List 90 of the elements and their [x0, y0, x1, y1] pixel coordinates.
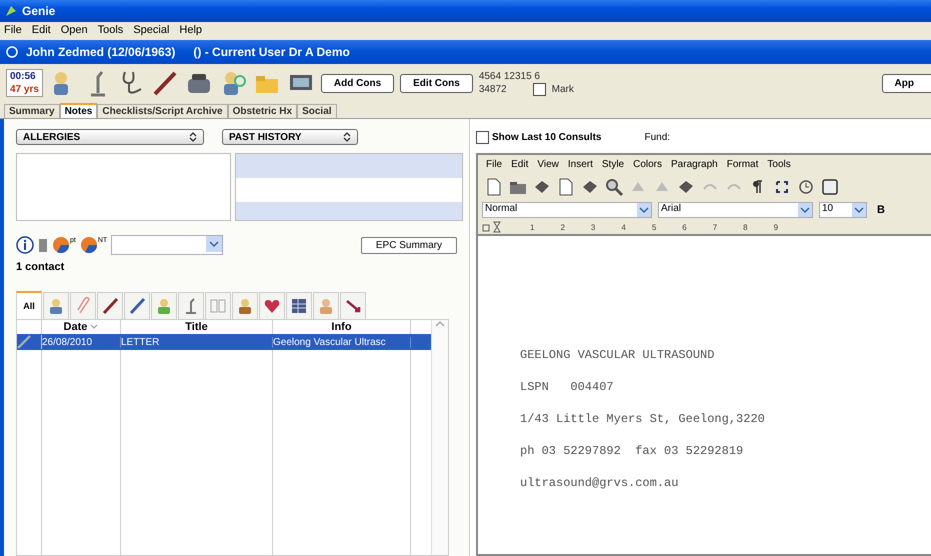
book-icon [209, 297, 227, 315]
current-user: () - Current User Dr A Demo [193, 45, 350, 59]
contact-count: 1 contact [16, 261, 66, 273]
size-select[interactable]: 10 [819, 202, 867, 218]
pen-icon [17, 335, 31, 349]
category-tab[interactable] [124, 292, 150, 319]
person-icon [155, 297, 173, 315]
category-tab[interactable] [43, 292, 69, 319]
epc-summary-button[interactable]: EPC Summary [360, 236, 457, 254]
table-row[interactable]: 26/08/2010 LETTER Geelong Vascular Ultrasc [17, 334, 431, 350]
ruler-number: 7 [712, 222, 718, 232]
editor-menu-item[interactable]: Colors [633, 159, 662, 170]
id-number: 34872 [478, 83, 507, 96]
pie-icon[interactable] [52, 236, 70, 254]
category-tab[interactable] [259, 292, 285, 319]
editor-menu-item[interactable]: View [537, 159, 559, 170]
document-line: ph 03 52297892 fax 03 52292819 [520, 444, 744, 460]
info-icon[interactable] [16, 236, 34, 254]
editor-menu-item[interactable]: Style [602, 159, 624, 170]
menu-item[interactable]: File [4, 24, 22, 40]
patient-name: John Zedmed (12/06/1963) [26, 45, 176, 59]
editor-menu-item[interactable]: Tools [767, 159, 791, 170]
mark-checkbox[interactable] [532, 83, 546, 96]
person-icon [47, 297, 65, 315]
person-icon [317, 297, 335, 315]
ruler-number: 5 [652, 222, 656, 232]
table-cell: Geelong Vascular Ultrasc [273, 336, 411, 348]
person-icon [236, 297, 254, 315]
category-tab[interactable] [232, 292, 258, 319]
grid-icon [290, 297, 308, 315]
category-tab[interactable] [178, 292, 204, 319]
menu-item[interactable]: Special [133, 24, 170, 40]
show-last-label: Show Last 10 Consults [492, 132, 602, 142]
id-number: 4564 12315 6 [478, 70, 541, 83]
font-select[interactable]: Arial [658, 202, 813, 218]
window-title: Genie [22, 4, 56, 18]
spinner-icon [343, 132, 351, 142]
tab[interactable]: Notes [60, 103, 98, 118]
spinner-icon [189, 132, 197, 142]
mark-label: Mark [552, 83, 574, 96]
editor-menu-item[interactable]: Insert [568, 159, 593, 170]
editor-menu-item[interactable]: Format [726, 159, 758, 170]
ruler-number: 3 [590, 222, 596, 232]
pen-icon [101, 297, 119, 315]
editor-menu-item[interactable]: Paragraph [671, 159, 718, 170]
toolbar-button[interactable]: Add Cons [320, 74, 394, 92]
past-history-dropdown[interactable]: PAST HISTORY [222, 129, 358, 145]
ruler-number: 8 [743, 222, 748, 232]
bold-button[interactable]: B [873, 204, 889, 216]
timer: 00:56 [10, 70, 37, 83]
table-cell: 26/08/2010 [42, 336, 121, 348]
pen-icon[interactable] [150, 69, 179, 97]
tab[interactable]: Social [297, 104, 337, 118]
show-last-checkbox[interactable] [476, 130, 489, 144]
leaf-icon [4, 4, 18, 18]
menu-item[interactable]: Tools [98, 24, 124, 40]
document-line: 1/43 Little Myers St, Geelong,3220 [520, 412, 766, 428]
editor-menu-item[interactable]: File [486, 159, 502, 170]
tab[interactable]: Checklists/Script Archive [97, 104, 228, 118]
pie-icon[interactable] [80, 236, 98, 254]
editor-menu-item[interactable]: Edit [511, 159, 528, 170]
ruler-number: 2 [560, 222, 565, 232]
ruler-number: 9 [774, 222, 778, 232]
search-icon[interactable] [604, 177, 624, 197]
heart-icon [263, 297, 281, 315]
ruler-number: 6 [682, 222, 687, 232]
scrollbar[interactable] [431, 320, 448, 555]
allergies-dropdown[interactable]: ALLERGIES [16, 129, 204, 145]
arrow-icon [344, 297, 362, 315]
menu-item[interactable]: Open [60, 24, 88, 40]
ruler-number: 1 [530, 222, 534, 232]
ruler-number: 4 [621, 222, 626, 232]
document-line: LSPN 004407 [520, 380, 615, 396]
patient-age: 47 yrs [10, 83, 39, 96]
category-tab[interactable] [97, 292, 123, 319]
menu-item[interactable]: Help [179, 24, 202, 40]
tab[interactable]: Summary [4, 104, 60, 118]
fund-label: Fund: [644, 132, 670, 142]
category-tab[interactable] [286, 292, 312, 319]
tab[interactable]: Obstetric Hx [228, 104, 298, 118]
document-line: GEELONG VASCULAR ULTRASOUND [520, 348, 716, 364]
toolbar-button[interactable]: App [882, 74, 931, 92]
category-tab[interactable] [340, 292, 366, 319]
toolbar-button[interactable]: Edit Cons [400, 74, 473, 92]
document-line: ultrasound@grvs.com.au [520, 476, 680, 492]
pen-icon [128, 297, 146, 315]
category-tab[interactable]: All [16, 291, 42, 319]
style-select[interactable]: Normal [482, 202, 652, 218]
menu-item[interactable]: Edit [32, 24, 51, 40]
table-cell: LETTER [121, 336, 273, 348]
